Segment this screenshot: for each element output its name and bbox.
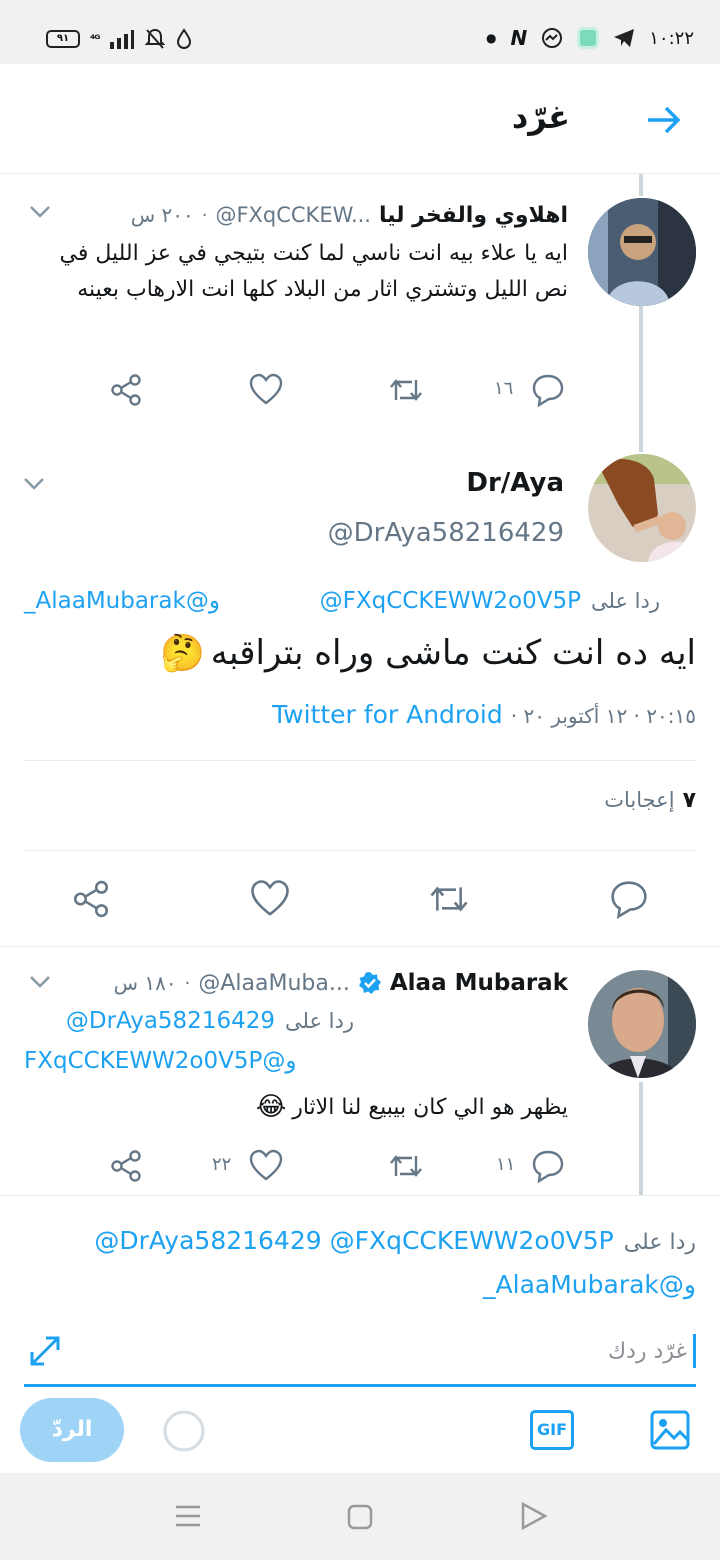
like-icon[interactable] xyxy=(248,372,284,408)
share-icon[interactable] xyxy=(70,878,112,920)
author-name[interactable]: Alaa Mubarak xyxy=(390,970,568,996)
character-counter-icon xyxy=(163,1410,205,1452)
chevron-down-icon[interactable] xyxy=(22,476,46,492)
replying-user-link[interactable]: و@AlaaMubarak_ xyxy=(24,588,220,614)
replying-user-link[interactable]: و@FXqCCKEWW2o0V5P xyxy=(24,1048,297,1074)
replying-prefix: ردا على xyxy=(623,1230,696,1255)
author-handle[interactable]: @DrAya58216429 xyxy=(328,518,564,548)
image-icon[interactable] xyxy=(650,1410,690,1450)
likes-label: إعجابات xyxy=(604,788,675,812)
thread-line xyxy=(639,1082,643,1195)
author-name[interactable]: اهلاوي والفخر ليا xyxy=(379,203,568,228)
tweet-body: ايه ده انت كنت ماشى وراه بتراقبه 🤔 xyxy=(160,632,696,674)
drop-icon xyxy=(177,28,192,49)
separator: · xyxy=(201,204,208,226)
thread-line xyxy=(639,306,643,452)
messenger-icon xyxy=(542,28,563,48)
system-nav-bar xyxy=(0,1473,720,1560)
like-icon[interactable] xyxy=(249,878,291,920)
telegram-icon xyxy=(614,29,635,47)
netflix-icon: N xyxy=(510,26,528,50)
battery-icon: ٩١ xyxy=(46,30,80,48)
replying-to: ردا على @DrAya58216429 @FXqCCKEWW2o0V5P xyxy=(24,1226,696,1255)
tweet-text: يظهر هو الي كان بيبيع لنا الاثار xyxy=(292,1094,568,1120)
signal-icon xyxy=(110,30,135,49)
network-type: ⁴ᴳ xyxy=(90,32,101,46)
status-bar: ٩١ ⁴ᴳ ● N ١٠:٢٢ xyxy=(0,0,720,64)
tweet-time: ٢٠٠ س xyxy=(130,203,194,227)
reply-input[interactable]: غرّد ردك xyxy=(608,1334,696,1368)
thinking-emoji-icon: 🤔 xyxy=(159,633,205,674)
dot-icon: ● xyxy=(486,31,497,45)
reply-icon[interactable] xyxy=(530,1148,566,1184)
like-count: ٢٢ xyxy=(212,1154,232,1175)
chevron-down-icon[interactable] xyxy=(28,204,52,220)
share-icon[interactable] xyxy=(108,372,144,408)
page-title: غرّد xyxy=(511,98,570,136)
tweet-text: ايه يا علاء بيه انت ناسي لما كنت بتيجي ف… xyxy=(59,241,568,302)
verified-badge-icon xyxy=(358,972,381,994)
replying-to: ردا على @FXqCCKEWW2o0V5P xyxy=(320,588,660,614)
reply-icon[interactable] xyxy=(530,372,566,408)
input-underline xyxy=(24,1384,696,1387)
tweet-header: Alaa Mubarak @AlaaMuba... · ١٨٠ س xyxy=(48,966,568,1000)
chevron-down-icon[interactable] xyxy=(28,974,52,990)
share-icon[interactable] xyxy=(108,1148,144,1184)
retweet-icon[interactable] xyxy=(388,372,424,408)
status-left: ٩١ ⁴ᴳ xyxy=(46,28,193,50)
author-name[interactable]: Dr/Aya xyxy=(466,468,564,498)
tweet-text: ايه ده انت كنت ماشى وراه بتراقبه xyxy=(210,633,696,673)
status-right: ● N ١٠:٢٢ xyxy=(486,26,694,50)
retweet-icon[interactable] xyxy=(388,1148,424,1184)
avatar[interactable] xyxy=(588,970,696,1078)
replying-user-link[interactable]: و@AlaaMubarak_ xyxy=(483,1270,696,1299)
tweet-body: يظهر هو الي كان بيبيع لنا الاثار 😂 xyxy=(256,1092,568,1122)
menu-icon[interactable] xyxy=(174,1503,202,1529)
reply-button[interactable]: الردّ xyxy=(20,1398,124,1462)
replying-users-link[interactable]: @DrAya58216429 @FXqCCKEWW2o0V5P xyxy=(94,1226,613,1255)
divider xyxy=(24,850,696,851)
likes-row[interactable]: ٧ إعجابات xyxy=(604,788,696,813)
replying-user-link[interactable]: @DrAya58216429 xyxy=(66,1008,275,1034)
top-bar: غرّد xyxy=(0,64,720,174)
tweet-meta: ٢٠:١٥ · ١٢ أكتوبر ٢٠ · Twitter for Andro… xyxy=(272,700,696,729)
retweet-icon[interactable] xyxy=(428,878,470,920)
tweet-header: اهلاوي والفخر ليا @FXqCCKEW... · ٢٠٠ س xyxy=(68,198,568,232)
replying-user-link[interactable]: @FXqCCKEWW2o0V5P xyxy=(320,588,581,614)
reply-placeholder: غرّد ردك xyxy=(608,1338,687,1364)
tweet-time: ١٨٠ س xyxy=(113,971,177,995)
reply-count: ١٦ xyxy=(494,378,514,399)
divider xyxy=(24,760,696,761)
reply-icon[interactable] xyxy=(608,878,650,920)
likes-count: ٧ xyxy=(682,788,696,813)
text-cursor xyxy=(693,1334,696,1368)
avatar[interactable] xyxy=(588,198,696,306)
app-icon xyxy=(577,27,600,49)
divider xyxy=(0,946,720,947)
mute-bell-icon xyxy=(145,28,166,49)
like-icon[interactable] xyxy=(248,1148,284,1184)
gif-button[interactable]: GIF xyxy=(530,1410,574,1450)
separator: · xyxy=(184,972,191,994)
reply-count: ١١ xyxy=(496,1154,516,1175)
clock: ١٠:٢٢ xyxy=(649,27,694,49)
tweet-source-link[interactable]: Twitter for Android xyxy=(272,700,503,729)
tweet-timestamp: ٢٠:١٥ · ١٢ أكتوبر ٢٠ · xyxy=(510,704,696,728)
author-handle: @AlaaMuba... xyxy=(198,970,350,996)
home-icon[interactable] xyxy=(346,1503,374,1531)
laughing-emoji-icon: 😂 xyxy=(255,1092,287,1122)
replying-prefix: ردا على xyxy=(285,1009,354,1033)
replying-prefix: ردا على xyxy=(591,589,660,613)
expand-icon[interactable] xyxy=(26,1332,64,1370)
back-triangle-icon[interactable] xyxy=(518,1501,548,1531)
back-arrow-icon[interactable] xyxy=(644,100,684,140)
replying-to: ردا على @DrAya58216429 xyxy=(24,1008,354,1034)
thread-line xyxy=(639,174,643,196)
avatar[interactable] xyxy=(588,454,696,562)
author-handle: @FXqCCKEW... xyxy=(215,203,371,227)
